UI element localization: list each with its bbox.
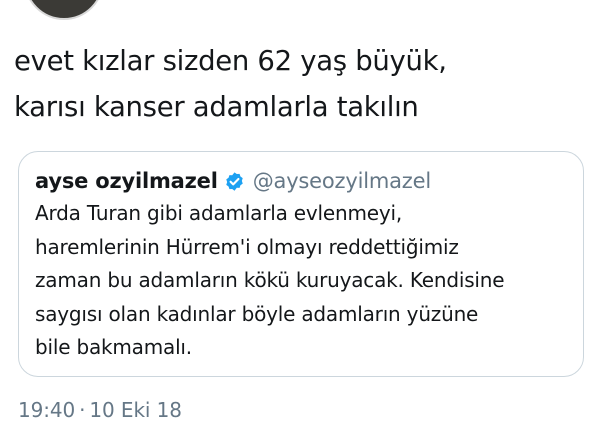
avatar[interactable] <box>24 0 104 20</box>
quoted-text-line: saygısı olan kadınlar böyle adamların yü… <box>35 301 479 326</box>
tweet-text-line: karısı kanser adamlarla takılın <box>14 91 419 123</box>
quoted-text-line: Arda Turan gibi adamlarla evlenmeyi, <box>35 201 402 225</box>
tweet-text-line: evet kızlar sizden 62 yaş büyük, <box>14 45 447 77</box>
meta-separator: · <box>79 398 86 422</box>
quoted-text-line: haremlerinin Hürrem'i olmayı reddettiğim… <box>35 234 459 259</box>
tweet-text: evet kızlar sizden 62 yaş büyük, karısı … <box>14 38 589 130</box>
verified-badge-icon <box>224 171 245 192</box>
quoted-tweet-text: Arda Turan gibi adamlarla evlenmeyi, har… <box>35 197 575 365</box>
tweet-date: 10 Eki 18 <box>89 398 182 422</box>
quoted-tweet-header: ayse ozyilmazel @ayseozyilmazel <box>35 166 431 196</box>
quoted-text-line: bile bakmamalı. <box>35 335 192 359</box>
quoted-text-line: zaman bu adamların kökü kuruyacak. Kendi… <box>35 268 505 292</box>
quoted-tweet-card[interactable]: ayse ozyilmazel @ayseozyilmazel Arda Tur… <box>18 151 584 377</box>
tweet-timestamp[interactable]: 19:40 · 10 Eki 18 <box>18 398 182 422</box>
tweet-time: 19:40 <box>18 398 76 422</box>
quoted-handle[interactable]: @ayseozyilmazel <box>253 169 431 193</box>
quoted-display-name[interactable]: ayse ozyilmazel <box>35 169 218 193</box>
